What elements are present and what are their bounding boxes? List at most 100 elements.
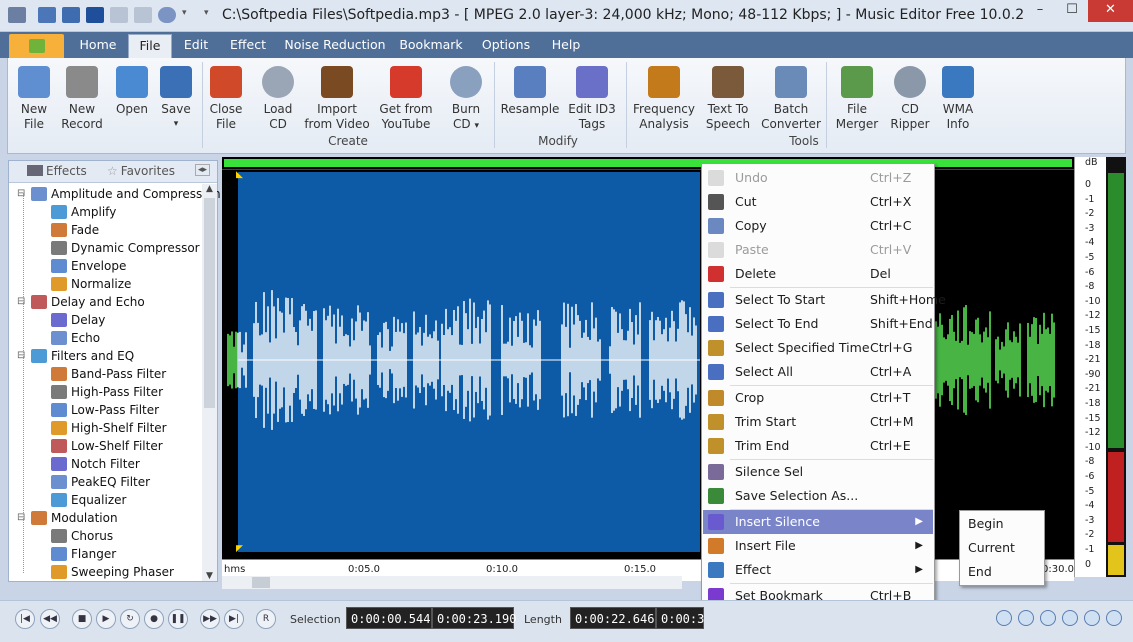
repeat-icon[interactable]: R — [256, 609, 276, 629]
play-icon[interactable]: ▶ — [96, 609, 116, 629]
close-file-button[interactable]: Close File — [206, 66, 246, 132]
loop-icon[interactable]: ↻ — [120, 609, 140, 629]
save-dropdown-icon[interactable]: ▾ — [156, 117, 196, 132]
tree-item[interactable]: High-Shelf Filter — [51, 419, 167, 437]
burn-cd-button[interactable]: Burn CD ▾ — [446, 66, 486, 134]
selection-end-field[interactable]: 0:00:23.190 — [432, 607, 516, 629]
collapse-icon[interactable]: ⊟ — [17, 185, 25, 203]
tree-item[interactable]: Envelope — [51, 257, 126, 275]
submenu-end[interactable]: End — [968, 564, 992, 579]
tree-category[interactable]: ⊟ Modulation — [17, 509, 118, 527]
dropdown-icon[interactable]: ▾ — [182, 8, 187, 18]
save-icon[interactable] — [86, 7, 104, 23]
load-cd-button[interactable]: Load CD — [258, 66, 298, 132]
tree-item[interactable]: Sweeping Phaser — [51, 563, 174, 581]
menu-item-paste[interactable]: Paste Ctrl+V — [703, 238, 933, 262]
file-merger-button[interactable]: File Merger — [834, 66, 880, 132]
submenu-begin[interactable]: Begin — [968, 516, 1004, 531]
selection-start-field[interactable]: 0:00:00.544 — [346, 607, 432, 629]
go-to-end-icon[interactable]: ▶| — [224, 609, 244, 629]
menu-item-select-to-end[interactable]: Select To End Shift+End — [703, 312, 933, 336]
new-file-button[interactable]: New File — [14, 66, 54, 132]
rewind-icon[interactable]: ◀◀ — [40, 609, 60, 629]
app-orb-button[interactable] — [9, 34, 64, 58]
tree-item[interactable]: Delay — [51, 311, 105, 329]
menu-item-select-all[interactable]: Select All Ctrl+A — [703, 360, 933, 384]
panel-nav-icon[interactable]: ◂▸ — [195, 164, 211, 176]
menu-item-silence-sel[interactable]: Silence Sel — [703, 460, 933, 484]
tree-item[interactable]: PeakEQ Filter — [51, 473, 150, 491]
submenu-current[interactable]: Current — [968, 540, 1015, 555]
open-icon[interactable] — [62, 7, 80, 23]
collapse-icon[interactable]: ⊟ — [17, 347, 25, 365]
tab-options[interactable]: Options — [476, 32, 536, 58]
menu-item-insert-silence[interactable]: Insert Silence ▶ — [703, 510, 933, 534]
tree-item[interactable]: Flanger — [51, 545, 116, 563]
import-video-button[interactable]: Import from Video — [302, 66, 372, 132]
undo-icon[interactable] — [110, 7, 128, 23]
zoom-full-icon[interactable] — [1062, 610, 1078, 626]
zoom-selection-icon[interactable] — [1040, 610, 1056, 626]
menu-item-trim-start[interactable]: Trim Start Ctrl+M — [703, 410, 933, 434]
menu-item-copy[interactable]: Copy Ctrl+C — [703, 214, 933, 238]
menu-item-undo[interactable]: Undo Ctrl+Z — [703, 166, 933, 190]
zoom-vertical-in-icon[interactable] — [1084, 610, 1100, 626]
tree-item[interactable]: Low-Pass Filter — [51, 401, 159, 419]
youtube-button[interactable]: Get from YouTube — [376, 66, 436, 132]
tree-item[interactable]: Dynamic Compressor — [51, 239, 200, 257]
zoom-out-icon[interactable] — [1018, 610, 1034, 626]
open-button[interactable]: Open — [112, 66, 152, 117]
horizontal-scrollbar[interactable] — [222, 576, 682, 589]
redo-icon[interactable] — [134, 7, 152, 23]
tree-scrollbar[interactable]: ▲ ▼ — [202, 184, 217, 581]
fast-forward-icon[interactable]: ▶▶ — [200, 609, 220, 629]
edit-id3-button[interactable]: Edit ID3 Tags — [566, 66, 618, 132]
collapse-icon[interactable]: ⊟ — [17, 293, 25, 311]
tree-category[interactable]: ⊟ Delay and Echo — [17, 293, 145, 311]
new-icon[interactable] — [38, 7, 56, 23]
menu-item-cut[interactable]: Cut Ctrl+X — [703, 190, 933, 214]
tab-home[interactable]: Home — [72, 32, 124, 58]
tab-favorites[interactable]: ☆ Favorites — [107, 164, 175, 178]
waveform-view[interactable]: ◣ ◤ — [222, 157, 1074, 577]
stop-icon[interactable]: ■ — [72, 609, 92, 629]
cd-icon[interactable] — [158, 7, 176, 23]
record-icon[interactable]: ● — [144, 609, 164, 629]
tab-edit[interactable]: Edit — [176, 32, 216, 58]
tree-item[interactable]: Echo — [51, 329, 100, 347]
tree-item[interactable]: Fade — [51, 221, 99, 239]
scroll-down-icon[interactable]: ▼ — [202, 571, 217, 581]
tree-category[interactable]: ⊟ Amplitude and Compression — [17, 185, 221, 203]
zoom-vertical-out-icon[interactable] — [1106, 610, 1122, 626]
tree-item[interactable]: Band-Pass Filter — [51, 365, 166, 383]
pause-icon[interactable]: ❚❚ — [168, 609, 188, 629]
menu-item-trim-end[interactable]: Trim End Ctrl+E — [703, 434, 933, 458]
tree-item[interactable]: Amplify — [51, 203, 116, 221]
maximize-button[interactable]: ☐ — [1056, 0, 1088, 22]
tab-file[interactable]: File — [128, 34, 172, 58]
minimize-button[interactable]: – — [1024, 0, 1056, 22]
length-field-2[interactable]: 0:00:3 — [656, 607, 704, 629]
menu-item-select-specified-time[interactable]: Select Specified Time Ctrl+G — [703, 336, 933, 360]
tree-item[interactable]: High-Pass Filter — [51, 383, 163, 401]
cd-ripper-button[interactable]: CD Ripper — [888, 66, 932, 132]
tab-bookmark[interactable]: Bookmark — [396, 32, 466, 58]
menu-item-insert-file[interactable]: Insert File ▶ — [703, 534, 933, 558]
selection-start-marker[interactable]: ◣ — [236, 170, 243, 180]
customize-icon[interactable]: ▾ — [204, 8, 209, 18]
tree-item[interactable]: Equalizer — [51, 491, 126, 509]
tree-item[interactable]: Low-Shelf Filter — [51, 437, 163, 455]
menu-item-crop[interactable]: Crop Ctrl+T — [703, 386, 933, 410]
length-field[interactable]: 0:00:22.646 — [570, 607, 656, 629]
tree-item[interactable]: Notch Filter — [51, 455, 140, 473]
new-record-button[interactable]: New Record — [60, 66, 104, 132]
tree-category[interactable]: ⊟ Filters and EQ — [17, 347, 134, 365]
save-button[interactable]: Save ▾ — [156, 66, 196, 132]
tab-help[interactable]: Help — [544, 32, 588, 58]
tree-item[interactable]: Normalize — [51, 275, 131, 293]
tree-item[interactable]: Chorus — [51, 527, 113, 545]
app-menu-icon[interactable] — [8, 7, 26, 23]
scroll-up-icon[interactable]: ▲ — [202, 184, 217, 194]
close-button[interactable]: ✕ — [1088, 0, 1133, 22]
wma-info-button[interactable]: WMA Info — [938, 66, 978, 132]
